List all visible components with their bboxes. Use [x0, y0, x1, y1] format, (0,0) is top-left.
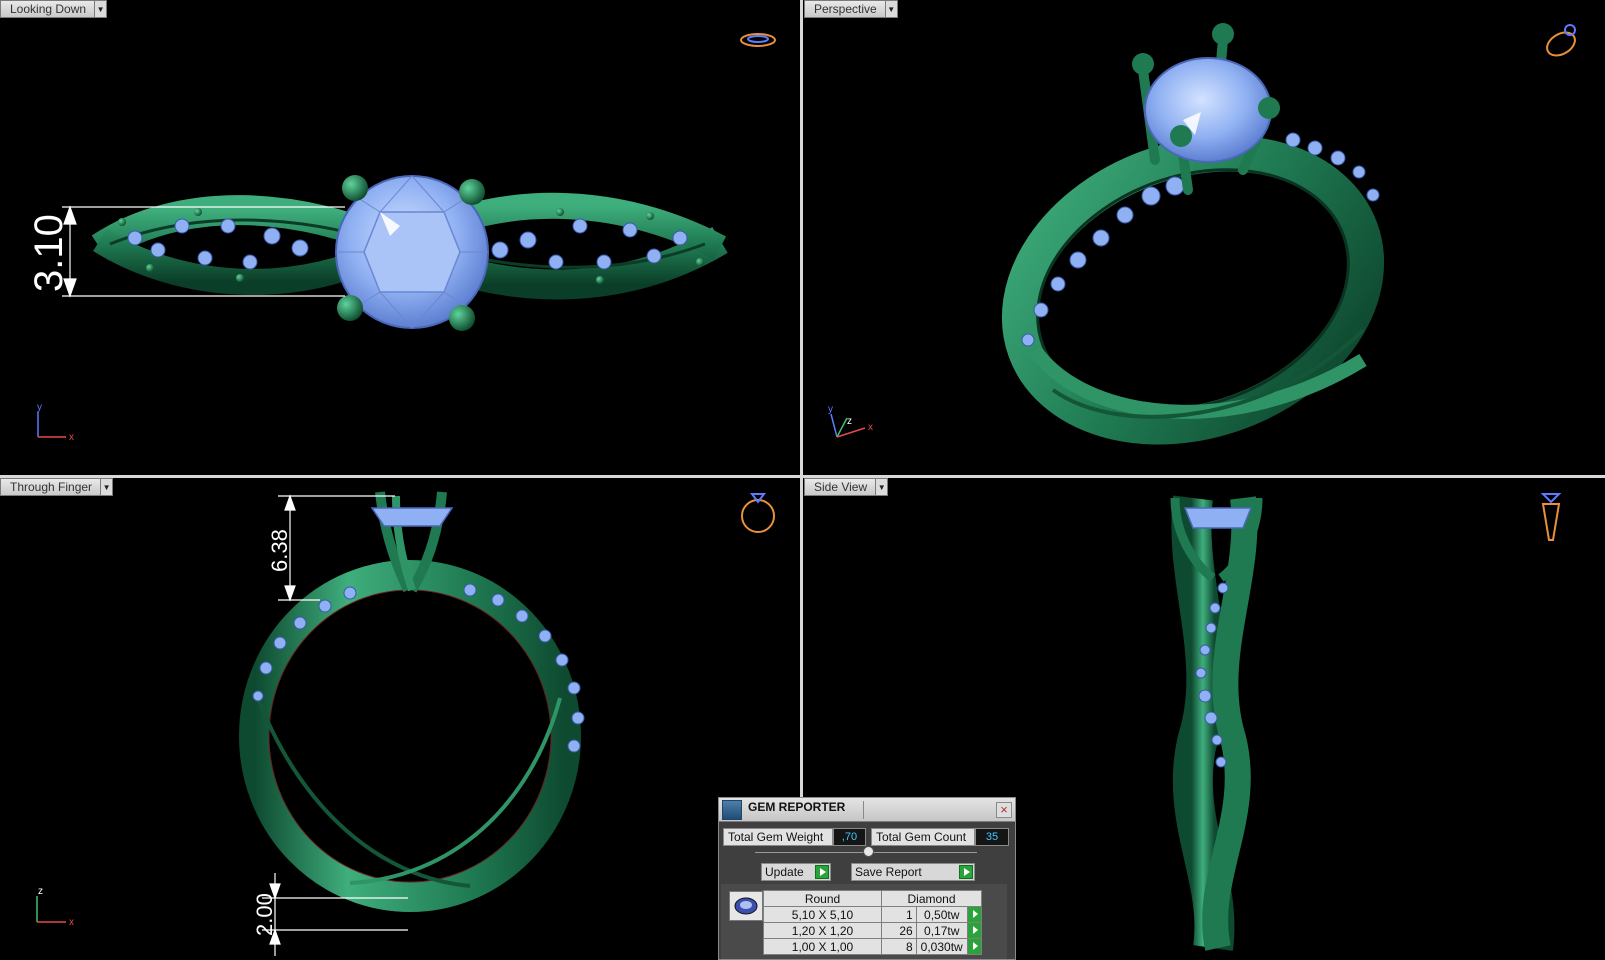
column-header-material: Diamond [881, 890, 982, 907]
gem-count: 26 [881, 922, 917, 939]
gem-reporter-icon [722, 800, 742, 820]
axis-gizmo [37, 412, 66, 438]
viewport-perspective[interactable]: Perspective ▼ y z x [803, 0, 1605, 475]
gem-weight: 0,50tw [915, 906, 968, 923]
ring-navigator-icon[interactable] [1543, 24, 1579, 60]
center-stone [370, 507, 454, 527]
table-row[interactable]: 1,00 X 1,00 8 0,030tw [763, 938, 983, 955]
axis-z-label: z [847, 416, 852, 427]
center-stone [1183, 507, 1253, 529]
gem-reporter-title: GEM REPORTER [748, 800, 846, 814]
gem-table-area: Round Diamond 5,10 X 5,10 1 0,50tw 1,20 … [721, 884, 1007, 959]
round-gem-icon[interactable] [729, 891, 763, 921]
ring-navigator-icon[interactable] [740, 33, 776, 47]
dimension-text-top: 6.38 [267, 529, 292, 572]
axis-x-label: x [868, 422, 873, 433]
splitter-handle[interactable] [863, 846, 874, 857]
axis-y-label: y [828, 404, 833, 415]
dimension-text-bottom: 2.00 [252, 893, 277, 936]
gem-reporter-titlebar[interactable]: GEM REPORTER × [719, 798, 1015, 822]
select-row-button[interactable] [966, 906, 983, 923]
total-gem-weight-label: Total Gem Weight [723, 828, 833, 846]
play-icon [815, 865, 829, 879]
table-row[interactable]: 5,10 X 5,10 1 0,50tw [763, 906, 983, 923]
save-report-button[interactable]: Save Report [851, 863, 975, 881]
title-separator [863, 801, 864, 819]
ring-front-view: 6.38 2.00 z x [36, 491, 775, 956]
center-stone [1144, 57, 1272, 163]
ring-navigator-icon[interactable] [741, 493, 775, 533]
update-button[interactable]: Update [761, 863, 831, 881]
axis-x-label: x [69, 432, 74, 443]
close-button[interactable]: × [996, 802, 1012, 818]
viewport-looking-down[interactable]: Looking Down ▼ 3.10 y x [0, 0, 800, 475]
update-button-label: Update [765, 865, 804, 879]
gem-count: 8 [881, 938, 917, 955]
gem-weight: 0,030tw [915, 938, 968, 955]
gem-reporter-panel: GEM REPORTER × Total Gem Weight ,70 Tota… [718, 797, 1016, 960]
total-gem-weight-value: ,70 [833, 828, 866, 846]
ring-navigator-icon[interactable] [1540, 493, 1562, 541]
gem-size: 1,00 X 1,00 [763, 938, 882, 955]
gem-count: 1 [881, 906, 917, 923]
cad-application: Looking Down ▼ 3.10 y x Perspective ▼ y … [0, 0, 1605, 960]
gem-table: Round Diamond 5,10 X 5,10 1 0,50tw 1,20 … [763, 890, 983, 955]
column-header-shape: Round [763, 890, 882, 907]
axis-x-label: x [69, 917, 74, 928]
gem-size: 1,20 X 1,20 [763, 922, 882, 939]
table-header-row: Round Diamond [763, 890, 982, 907]
viewport-divider-horizontal[interactable] [0, 475, 1605, 478]
total-gem-count-label: Total Gem Count [871, 828, 975, 846]
select-row-button[interactable] [966, 922, 983, 939]
save-report-button-label: Save Report [855, 865, 922, 879]
table-row[interactable]: 1,20 X 1,20 26 0,17tw [763, 922, 983, 939]
ring-perspective-view: y z x [828, 23, 1579, 445]
total-gem-count-value: 35 [975, 828, 1009, 846]
select-row-button[interactable] [966, 938, 983, 955]
ring-top-view: 3.10 y x [27, 33, 776, 443]
gem-weight: 0,17tw [915, 922, 968, 939]
axis-y-label: y [37, 402, 42, 413]
gem-size: 5,10 X 5,10 [763, 906, 882, 923]
play-icon [959, 865, 973, 879]
axis-z-label: z [38, 886, 43, 897]
viewport-through-finger[interactable]: Through Finger ▼ 6.38 2.00 z x [0, 478, 800, 960]
dimension-text: 3.10 [27, 214, 71, 292]
